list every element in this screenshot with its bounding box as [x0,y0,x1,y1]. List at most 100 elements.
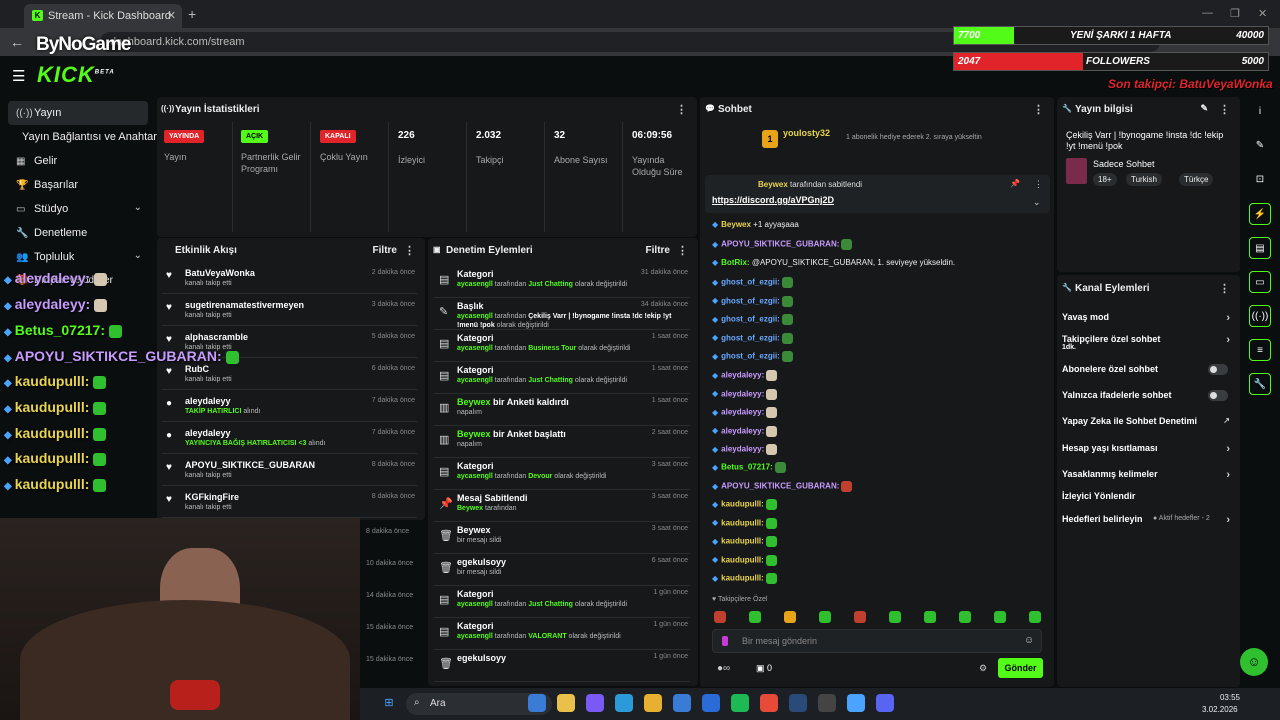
mail-icon[interactable] [702,694,720,712]
sidebar-item-gelir[interactable]: ▦ Gelir [8,149,148,173]
chat-username[interactable]: ghost_of_ezgii: [721,333,780,342]
emoji-icon[interactable]: ☺ [1024,635,1034,646]
close-tab-icon[interactable]: ✕ [167,9,176,22]
back-icon[interactable]: ← [10,34,24,50]
tag-chip[interactable]: Türkçe [1179,173,1214,186]
channel-action-row[interactable]: Abonelere özel sohbet [1062,364,1232,388]
sidebar-item-basarilar[interactable]: 🏆 Başarılar [8,173,148,197]
discord-icon[interactable] [876,694,894,712]
moderation-filter-button[interactable]: Filtre [646,245,670,256]
tag-chip[interactable]: 18+ [1093,173,1117,186]
folder-icon[interactable] [644,694,662,712]
maximize-button[interactable]: ❐ [1230,7,1240,20]
more-icon[interactable]: ⋮ [1219,282,1230,295]
activity-user[interactable]: alphascramble [185,332,248,342]
chat-username[interactable]: kaudupulll: [721,537,764,546]
sidebar-item-topluluk[interactable]: 👥 Topluluk ⌄ [8,245,148,269]
chat-username[interactable]: aleydaleyy: [721,426,764,435]
settings-gear-icon[interactable]: ⚙ [979,663,987,674]
emote-icon[interactable] [924,611,936,623]
channel-action-row[interactable]: Yavaş mod › [1062,312,1232,336]
activity-filter-button[interactable]: Filtre [373,245,397,256]
chevron-down-icon[interactable]: ⌄ [1033,197,1041,208]
tag-chip[interactable]: Turkish [1126,173,1162,186]
minimize-button[interactable]: — [1202,7,1213,19]
more-icon[interactable]: ⋮ [677,244,688,257]
broadcast-icon[interactable]: ((·)) [1249,305,1271,327]
wrench-icon[interactable]: 🔧 [1249,373,1271,395]
chat-username[interactable]: kaudupulll: [721,574,764,583]
emote-icon[interactable] [889,611,901,623]
list-icon[interactable]: ≡ [1249,339,1271,361]
chat-username[interactable]: ghost_of_ezgii: [721,352,780,361]
chat-username[interactable]: aleydaleyy: [721,389,764,398]
clock[interactable]: 03:55 [1216,693,1240,702]
game-icon[interactable] [847,694,865,712]
more-icon[interactable]: ⋮ [1033,103,1044,116]
edit-icon[interactable]: ✎ [1249,135,1271,157]
sidebar-item-denetleme[interactable]: 🔧 Denetleme [8,221,148,245]
sidebar-item-yayin[interactable]: ((·))Yayın [8,101,148,125]
emote-icon[interactable] [994,611,1006,623]
chat-username[interactable]: kaudupulll: [721,555,764,564]
emote-icon[interactable] [784,611,796,623]
help-icon[interactable]: ☺ [1240,648,1268,676]
bolt-icon[interactable]: ⚡ [1249,203,1271,225]
channel-action-row[interactable]: Yapay Zeka ile Sohbet Denetimi ↗ [1062,416,1232,440]
browser-tab[interactable]: K Stream - Kick Dashboard ✕ [24,4,182,28]
chat-username[interactable]: aleydaleyy: [721,371,764,380]
toggle-switch[interactable] [1208,390,1228,401]
more-icon[interactable]: ⋮ [404,244,415,257]
sidebar-item-stream-key[interactable]: Yayın Bağlantısı ve Anahtarı [14,125,164,149]
store-icon[interactable] [673,694,691,712]
copilot-icon[interactable] [586,694,604,712]
pinned-message[interactable] [705,175,1050,213]
new-tab-button[interactable]: + [188,6,196,22]
more-icon[interactable]: ⋮ [1034,179,1043,190]
toggle-switch[interactable] [1208,364,1228,375]
obs-icon[interactable] [818,694,836,712]
activity-user[interactable]: sugetirenamatestivermeyen [185,300,304,310]
emote-icon[interactable] [749,611,761,623]
file-explorer-icon[interactable] [557,694,575,712]
activity-user[interactable]: aleydaleyy [185,396,231,406]
doc-icon[interactable]: ▤ [1249,237,1271,259]
pinned-link[interactable]: https://discord.gg/aVPGnj2D [712,195,834,205]
emote-icon[interactable] [854,611,866,623]
chat-username[interactable]: kaudupulll: [721,518,764,527]
chat-username[interactable]: Beywex [721,220,751,229]
sidebar-item-studyo[interactable]: ▭ Stüdyo ⌄ [8,197,148,221]
chat-username[interactable]: ghost_of_ezgii: [721,315,780,324]
more-icon[interactable]: ⋮ [1219,103,1230,116]
channel-action-row[interactable]: Yasaklanmış kelimeler › [1062,469,1232,493]
info-icon[interactable]: i [1249,101,1271,123]
focus-icon[interactable]: ⊡ [1249,169,1271,191]
activity-user[interactable]: APOYU_SIKTIKCE_GUBARAN [185,460,315,470]
chat-username[interactable]: ghost_of_ezgii: [721,296,780,305]
activity-user[interactable]: KGFkingFire [185,492,239,502]
spotify-icon[interactable] [731,694,749,712]
chat-username[interactable]: APOYU_SIKTIKCE_GUBARAN: [721,482,839,491]
emote-icon[interactable] [959,611,971,623]
channel-action-row[interactable]: Hedefleri belirleyin ● Aktif hedefler - 2… [1062,514,1232,538]
chat-username[interactable]: APOYU_SIKTIKCE_GUBARAN: [721,240,839,249]
channel-action-row[interactable]: Yalnızca ifadelerle sohbet [1062,390,1232,414]
emote-icon[interactable] [819,611,831,623]
chrome-icon[interactable] [760,694,778,712]
chat-icon[interactable]: ▭ [1249,271,1271,293]
windows-start-icon[interactable]: ⊞ [380,694,398,712]
channel-action-row[interactable]: Takipçilere özel sohbet 1dk. › [1062,334,1232,358]
activity-user[interactable]: aleydaleyy [185,428,231,438]
send-button[interactable]: Gönder [998,658,1043,678]
close-window-button[interactable]: ✕ [1258,7,1267,20]
emote-icon[interactable] [714,611,726,623]
kick-logo[interactable]: KICKBETA [37,62,115,88]
more-icon[interactable]: ⋮ [676,103,687,116]
steam-icon[interactable] [789,694,807,712]
chat-username[interactable]: ghost_of_ezgii: [721,278,780,287]
chat-username[interactable]: aleydaleyy: [721,445,764,454]
widget-icon[interactable] [528,694,546,712]
activity-user[interactable]: RubC [185,364,209,374]
channel-action-row[interactable]: İzleyici Yönlendir [1062,491,1232,515]
channel-action-row[interactable]: Hesap yaşı kısıtlaması › [1062,443,1232,467]
